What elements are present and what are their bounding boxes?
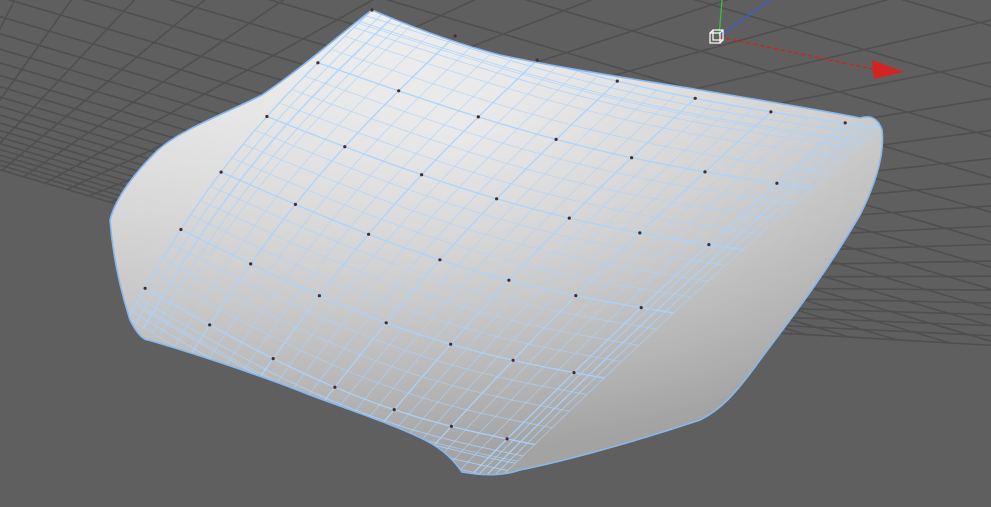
mesh-vertex[interactable] <box>143 286 147 290</box>
mesh-vertex[interactable] <box>476 115 480 119</box>
mesh-vertex[interactable] <box>265 114 269 119</box>
mesh-vertex[interactable] <box>554 137 558 141</box>
mesh-vertex[interactable] <box>438 258 442 262</box>
mesh-vertex[interactable] <box>179 227 183 232</box>
hood-highlight <box>110 10 883 475</box>
mesh-vertex[interactable] <box>511 358 515 362</box>
mesh-vertex[interactable] <box>693 96 697 100</box>
mesh-vertex[interactable] <box>505 437 509 441</box>
x-axis-arrow-icon[interactable] <box>872 60 904 79</box>
mesh-vertex[interactable] <box>703 170 707 174</box>
mesh-vertex[interactable] <box>453 34 457 38</box>
mesh-vertex[interactable] <box>370 8 374 12</box>
mesh-vertex[interactable] <box>449 424 453 428</box>
mesh-vertex[interactable] <box>630 156 634 160</box>
mesh-vertex[interactable] <box>567 216 571 220</box>
mesh-vertex[interactable] <box>397 89 401 93</box>
mesh-vertex[interactable] <box>384 321 388 325</box>
mesh-vertex[interactable] <box>495 197 499 201</box>
mesh-vertex[interactable] <box>271 357 275 361</box>
mesh-vertex[interactable] <box>769 110 773 114</box>
car-hood-mesh[interactable] <box>109 8 884 478</box>
mesh-vertex[interactable] <box>574 294 578 298</box>
mesh-vertex[interactable] <box>420 173 424 177</box>
mesh-vertex[interactable] <box>392 408 396 412</box>
gizmo-handle-icon[interactable] <box>709 29 724 44</box>
mesh-vertex[interactable] <box>293 202 297 206</box>
z-axis-line[interactable] <box>718 0 771 38</box>
mesh-vertex[interactable] <box>535 58 539 62</box>
mesh-vertex[interactable] <box>219 170 223 174</box>
mesh-vertex[interactable] <box>208 323 212 327</box>
mesh-vertex[interactable] <box>572 371 576 375</box>
mesh-vertex[interactable] <box>843 121 847 125</box>
mesh-vertex[interactable] <box>638 231 642 235</box>
mesh-vertex[interactable] <box>343 145 347 149</box>
mesh-vertex[interactable] <box>707 243 711 247</box>
mesh-vertex[interactable] <box>317 294 321 298</box>
mesh-vertex[interactable] <box>615 79 619 83</box>
viewport-canvas[interactable] <box>0 0 991 507</box>
mesh-vertex[interactable] <box>449 342 453 346</box>
axis-gizmo[interactable] <box>709 0 904 79</box>
mesh-vertex[interactable] <box>316 61 320 65</box>
mesh-vertex[interactable] <box>333 385 337 389</box>
mesh-vertex[interactable] <box>775 181 779 185</box>
mesh-vertex[interactable] <box>249 262 253 266</box>
mesh-vertex[interactable] <box>367 232 371 236</box>
mesh-vertex[interactable] <box>507 278 511 282</box>
mesh-vertex[interactable] <box>639 306 643 310</box>
3d-viewport[interactable] <box>0 0 991 507</box>
